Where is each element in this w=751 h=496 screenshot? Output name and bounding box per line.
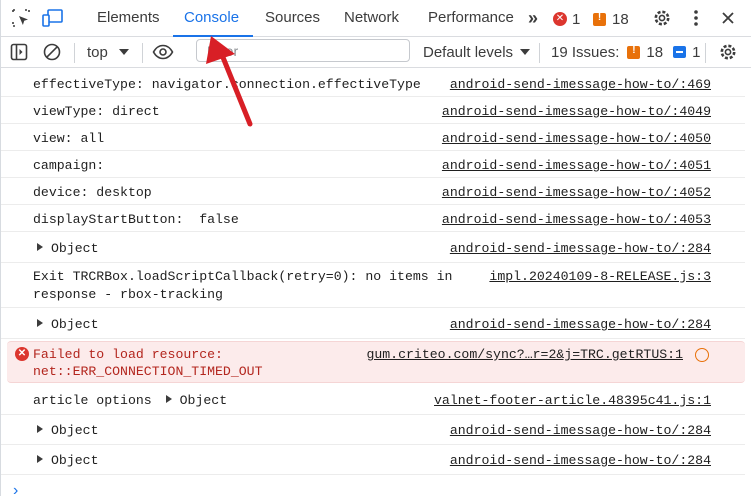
log-levels-label: Default levels [423, 43, 514, 61]
expand-caret-icon [37, 455, 43, 463]
warning-icon [627, 45, 641, 59]
devtools-window: Elements Console Sources Network Perform… [0, 0, 751, 496]
object-expander[interactable]: Object [37, 317, 98, 332]
console-prompt[interactable]: › [13, 482, 18, 496]
error-message: Failed to load resource: [33, 347, 223, 362]
live-expression-eye-icon[interactable] [152, 41, 174, 63]
object-expander[interactable]: Object [37, 423, 98, 438]
expand-caret-icon [37, 243, 43, 251]
expand-caret-icon [37, 319, 43, 327]
context-selector[interactable]: top [87, 37, 130, 67]
log-message: device: desktop [33, 185, 152, 200]
console-settings-gear-icon[interactable] [717, 41, 739, 63]
object-expander[interactable]: Object [37, 241, 98, 256]
log-message-text: article options [33, 393, 152, 408]
log-levels-dropdown[interactable]: Default levels [423, 37, 531, 67]
log-entry-object: Object android-send-imessage-how-to/:284 [1, 308, 745, 339]
toolbar-divider [142, 43, 143, 63]
tab-console[interactable]: Console [184, 0, 239, 36]
issues-label: 19 Issues: [551, 43, 620, 61]
error-count-badge[interactable]: ✕ 1 [553, 10, 580, 28]
chevron-down-icon [118, 49, 129, 55]
error-icon: ✕ [15, 347, 29, 361]
issues-counter[interactable]: 19 Issues: 18 1 [551, 37, 700, 67]
log-source-link[interactable]: impl.20240109-8-RELEASE.js:3 [489, 269, 711, 284]
sidebar-toggle-icon[interactable] [8, 41, 30, 63]
log-message: article options Object [33, 393, 227, 408]
log-entry-object: Object android-send-imessage-how-to/:284 [1, 232, 745, 263]
log-entry: article options Object valnet-footer-art… [1, 384, 745, 415]
close-icon[interactable] [717, 7, 739, 29]
log-source-link[interactable]: android-send-imessage-how-to/:4053 [442, 212, 711, 227]
log-source-link[interactable]: android-send-imessage-how-to/:4049 [442, 104, 711, 119]
toolbar-divider [539, 43, 540, 63]
log-entry: displayStartButton: false android-send-i… [1, 205, 745, 232]
object-expander[interactable]: Object [37, 453, 98, 468]
expand-caret-icon[interactable] [165, 395, 172, 403]
issues-warning-count: 18 [646, 43, 664, 61]
log-message: effectiveType: navigator.connection.effe… [33, 77, 421, 92]
devtools-tabbar: Elements Console Sources Network Perform… [1, 0, 751, 37]
toolbar-divider [74, 43, 75, 63]
log-message: view: all [33, 131, 105, 146]
tab-sources[interactable]: Sources [265, 0, 320, 36]
error-count: 1 [572, 10, 581, 28]
more-tabs-button[interactable]: » [528, 0, 538, 36]
log-source-link[interactable]: valnet-footer-article.48395c41.js:1 [434, 393, 711, 408]
console-toolbar: top Default levels 19 Issues: 18 [1, 37, 751, 68]
error-icon: ✕ [553, 12, 567, 26]
issues-info-count: 1 [692, 43, 701, 61]
log-message-continued: response - rbox-tracking [33, 287, 223, 302]
filter-input[interactable] [205, 40, 399, 62]
object-label: Object [51, 317, 99, 332]
log-source-link[interactable]: android-send-imessage-how-to/:469 [450, 77, 711, 92]
clear-console-icon[interactable] [41, 41, 63, 63]
log-entry: effectiveType: navigator.connection.effe… [1, 70, 745, 97]
tab-performance[interactable]: Performance [428, 0, 514, 36]
warning-icon [593, 12, 606, 26]
inspect-element-icon[interactable] [10, 7, 32, 29]
log-source-link[interactable]: android-send-imessage-how-to/:4050 [442, 131, 711, 146]
log-source-link[interactable]: android-send-imessage-how-to/:284 [450, 423, 711, 438]
object-label: Object [51, 453, 99, 468]
log-entry-object: Object android-send-imessage-how-to/:284 [1, 415, 745, 445]
warning-count-badge[interactable]: 18 [593, 10, 629, 28]
log-source-link[interactable]: android-send-imessage-how-to/:4052 [442, 185, 711, 200]
tab-elements[interactable]: Elements [97, 0, 160, 36]
device-toolbar-icon[interactable] [42, 7, 64, 29]
network-request-icon[interactable] [695, 348, 709, 362]
log-message: displayStartButton: false [33, 212, 239, 227]
log-entry: device: desktop android-send-imessage-ho… [1, 178, 745, 205]
log-entry-object: Object android-send-imessage-how-to/:284 [1, 445, 745, 475]
log-message: Exit TRCRBox.loadScriptCallback(retry=0)… [33, 269, 453, 284]
log-source-link[interactable]: android-send-imessage-how-to/:284 [450, 453, 711, 468]
error-message-detail: net::ERR_CONNECTION_TIMED_OUT [33, 364, 263, 379]
log-source-link[interactable]: android-send-imessage-how-to/:4051 [442, 158, 711, 173]
more-options-icon[interactable] [685, 7, 707, 29]
object-label: Object [51, 241, 99, 256]
object-label[interactable]: Object [180, 393, 227, 408]
log-entry: campaign: android-send-imessage-how-to/:… [1, 151, 745, 178]
info-message-icon [673, 46, 687, 58]
log-entry: viewType: direct android-send-imessage-h… [1, 97, 745, 124]
log-message: campaign: [33, 158, 105, 173]
context-value: top [87, 43, 108, 61]
expand-caret-icon [37, 425, 43, 433]
log-entry: view: all android-send-imessage-how-to/:… [1, 124, 745, 151]
log-entry: Exit TRCRBox.loadScriptCallback(retry=0)… [1, 263, 745, 308]
log-source-link[interactable]: android-send-imessage-how-to/:284 [450, 317, 711, 332]
object-label: Object [51, 423, 99, 438]
log-entry-error: ✕ Failed to load resource: net::ERR_CONN… [7, 341, 745, 383]
settings-gear-icon[interactable] [651, 7, 673, 29]
log-source-link[interactable]: gum.criteo.com/sync?…r=2&j=TRC.getRTUS:1 [366, 347, 683, 362]
filter-field[interactable] [196, 39, 410, 62]
log-source-link[interactable]: android-send-imessage-how-to/:284 [450, 241, 711, 256]
log-message: viewType: direct [33, 104, 160, 119]
toolbar-divider [705, 43, 706, 63]
warning-count: 18 [612, 10, 629, 28]
tab-network[interactable]: Network [344, 0, 399, 36]
console-log: effectiveType: navigator.connection.effe… [1, 70, 751, 496]
chevron-down-icon [520, 49, 531, 55]
